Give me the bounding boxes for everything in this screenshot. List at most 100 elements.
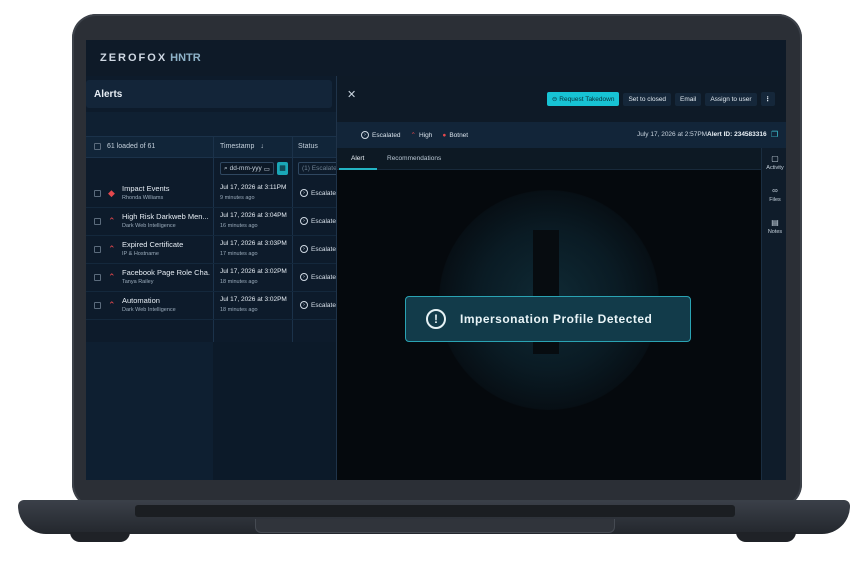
detection-message: Impersonation Profile Detected	[460, 312, 653, 326]
alert-status: › Escalated	[300, 245, 340, 253]
escalated-icon: ›	[300, 273, 308, 281]
product-name: HNTR	[170, 52, 201, 64]
app-logo[interactable]: ZEROFOX HNTR	[100, 52, 201, 64]
alert-detail-panel: ✕ ⊖ Request Takedown Set to closed Email…	[336, 76, 786, 480]
status-badge: › Escalated	[361, 131, 401, 139]
filter-row: ⌕ dd-mm-yyy ▭ ▦ (1) Escalated	[86, 158, 338, 180]
row-checkbox[interactable]	[94, 274, 101, 281]
select-all-checkbox[interactable]	[94, 143, 101, 150]
laptop-foot	[736, 532, 796, 542]
alerts-toolbar	[86, 112, 336, 136]
alerts-panel: Alerts 61 loaded of 61 Timestamp ↓ Statu…	[86, 76, 340, 480]
sidebar-item-files[interactable]: ∞ Files	[762, 186, 786, 203]
alert-date: Jul 17, 2026 at 3:02PM	[220, 296, 287, 303]
alerts-list: ◆ Impact Events Rhonda Williams Jul 17, …	[86, 180, 340, 320]
table-row[interactable]: ⌃ Automation Dark Web Intelligence Jul 1…	[86, 292, 340, 320]
paperclip-icon: ∞	[772, 186, 778, 195]
laptop-foot	[70, 532, 130, 542]
loaded-count: 61 loaded of 61	[107, 143, 156, 150]
detection-banner: ! Impersonation Profile Detected	[405, 296, 691, 342]
table-row[interactable]: ⌃ High Risk Darkweb Men... Dark Web Inte…	[86, 208, 340, 236]
chevrons-up-icon: ⌃	[108, 300, 116, 310]
alert-age: 16 minutes ago	[220, 223, 258, 229]
alert-title: Impact Events	[122, 184, 170, 193]
status-column-header[interactable]: Status	[298, 143, 318, 150]
row-checkbox[interactable]	[94, 302, 101, 309]
table-row[interactable]: ⌃ Facebook Page Role Cha... Tanya Railey…	[86, 264, 340, 292]
assign-to-user-button[interactable]: Assign to user	[705, 92, 757, 106]
alert-title: High Risk Darkweb Men...	[122, 212, 209, 221]
date-picker-button[interactable]: ▦	[277, 162, 288, 175]
chevrons-up-icon: ⌃	[108, 244, 116, 254]
close-icon[interactable]: ✕	[347, 88, 356, 101]
email-button[interactable]: Email	[675, 92, 702, 106]
escalated-icon: ›	[300, 245, 308, 253]
row-checkbox[interactable]	[94, 218, 101, 225]
alert-source: Dark Web Intelligence	[122, 223, 176, 229]
chevrons-up-icon: ⌃	[108, 272, 116, 282]
alerts-empty-area	[86, 342, 336, 480]
date-filter-input[interactable]: ⌕ dd-mm-yyy ▭	[220, 162, 274, 175]
escalated-icon: ›	[300, 301, 308, 309]
alert-date: Jul 17, 2026 at 3:02PM	[220, 268, 287, 275]
status-filter-input[interactable]: (1) Escalated	[298, 162, 338, 175]
alert-circle-icon: !	[426, 309, 446, 329]
alert-status: › Escalated	[300, 301, 340, 309]
alert-age: 18 minutes ago	[220, 307, 258, 313]
alert-preview-canvas: ! Impersonation Profile Detected	[337, 170, 761, 480]
alert-date: Jul 17, 2026 at 3:11PM	[220, 184, 287, 191]
alert-source: Rhonda Williams	[122, 195, 164, 201]
tab-alert[interactable]: Alert	[351, 155, 364, 162]
escalated-icon: ›	[361, 131, 369, 139]
chevrons-up-icon: ⌃	[410, 132, 416, 139]
alert-source: Dark Web Intelligence	[122, 307, 176, 313]
brand-name: ZEROFOX	[100, 52, 168, 64]
sort-down-icon: ↓	[260, 143, 264, 150]
alert-date: Jul 17, 2026 at 3:04PM	[220, 212, 287, 219]
detail-tabs: Alert Recommendations	[337, 148, 761, 170]
tab-recommendations[interactable]: Recommendations	[387, 155, 441, 162]
app-screen: ZEROFOX HNTR Alerts 61 loaded of 61 Times…	[86, 40, 786, 480]
laptop-keyboard	[135, 505, 735, 517]
alert-age: 18 minutes ago	[220, 279, 258, 285]
severity-badge: ⌃ High	[410, 131, 433, 140]
calendar-icon: ▭	[263, 165, 270, 173]
diamond-alert-icon: ◆	[108, 188, 115, 198]
bot-icon: ●	[442, 131, 447, 139]
sidebar-item-notes[interactable]: ▤ Notes	[762, 218, 786, 235]
row-checkbox[interactable]	[94, 246, 101, 253]
alert-meta-bar: › Escalated ⌃ High ● Botnet July 17, 202…	[337, 122, 786, 148]
alert-id: Alert ID: 234583316	[707, 131, 767, 138]
alert-age: 9 minutes ago	[220, 195, 255, 201]
set-to-closed-button[interactable]: Set to closed	[623, 92, 672, 106]
more-options-icon[interactable]: ⋮	[760, 92, 775, 106]
detail-side-rail: ▢ Activity ∞ Files ▤ Notes	[761, 148, 786, 480]
alert-status: › Escalated	[300, 189, 340, 197]
chevrons-up-icon: ⌃	[108, 216, 116, 226]
alerts-table-header: 61 loaded of 61 Timestamp ↓ Status	[86, 136, 336, 158]
sidebar-item-activity[interactable]: ▢ Activity	[762, 154, 786, 171]
alert-date: Jul 17, 2026 at 3:03PM	[220, 240, 287, 247]
table-row[interactable]: ⌃ Expired Certificate IP & Hostname Jul …	[86, 236, 340, 264]
timestamp-column-header[interactable]: Timestamp ↓	[220, 143, 264, 150]
alert-timestamp: July 17, 2026 at 2:57PM	[637, 131, 708, 138]
app-header: ZEROFOX HNTR	[86, 40, 786, 76]
type-badge: ● Botnet	[442, 131, 469, 139]
row-checkbox[interactable]	[94, 190, 101, 197]
table-row[interactable]: ◆ Impact Events Rhonda Williams Jul 17, …	[86, 180, 340, 208]
alert-status: › Escalated	[300, 273, 340, 281]
chat-icon: ▢	[771, 154, 779, 163]
laptop-trackpad	[255, 519, 615, 533]
note-icon: ▤	[771, 218, 779, 227]
alert-source: Tanya Railey	[122, 279, 154, 285]
alert-age: 17 minutes ago	[220, 251, 258, 257]
search-icon: ⌕	[224, 164, 228, 172]
alert-title: Expired Certificate	[122, 240, 184, 249]
request-takedown-button[interactable]: ⊖ Request Takedown	[546, 92, 620, 106]
alert-title: Automation	[122, 296, 160, 305]
escalated-icon: ›	[300, 217, 308, 225]
copy-icon[interactable]: ❐	[771, 130, 778, 139]
takedown-icon: ⊖	[551, 96, 558, 103]
escalated-icon: ›	[300, 189, 308, 197]
alert-source: IP & Hostname	[122, 251, 159, 257]
